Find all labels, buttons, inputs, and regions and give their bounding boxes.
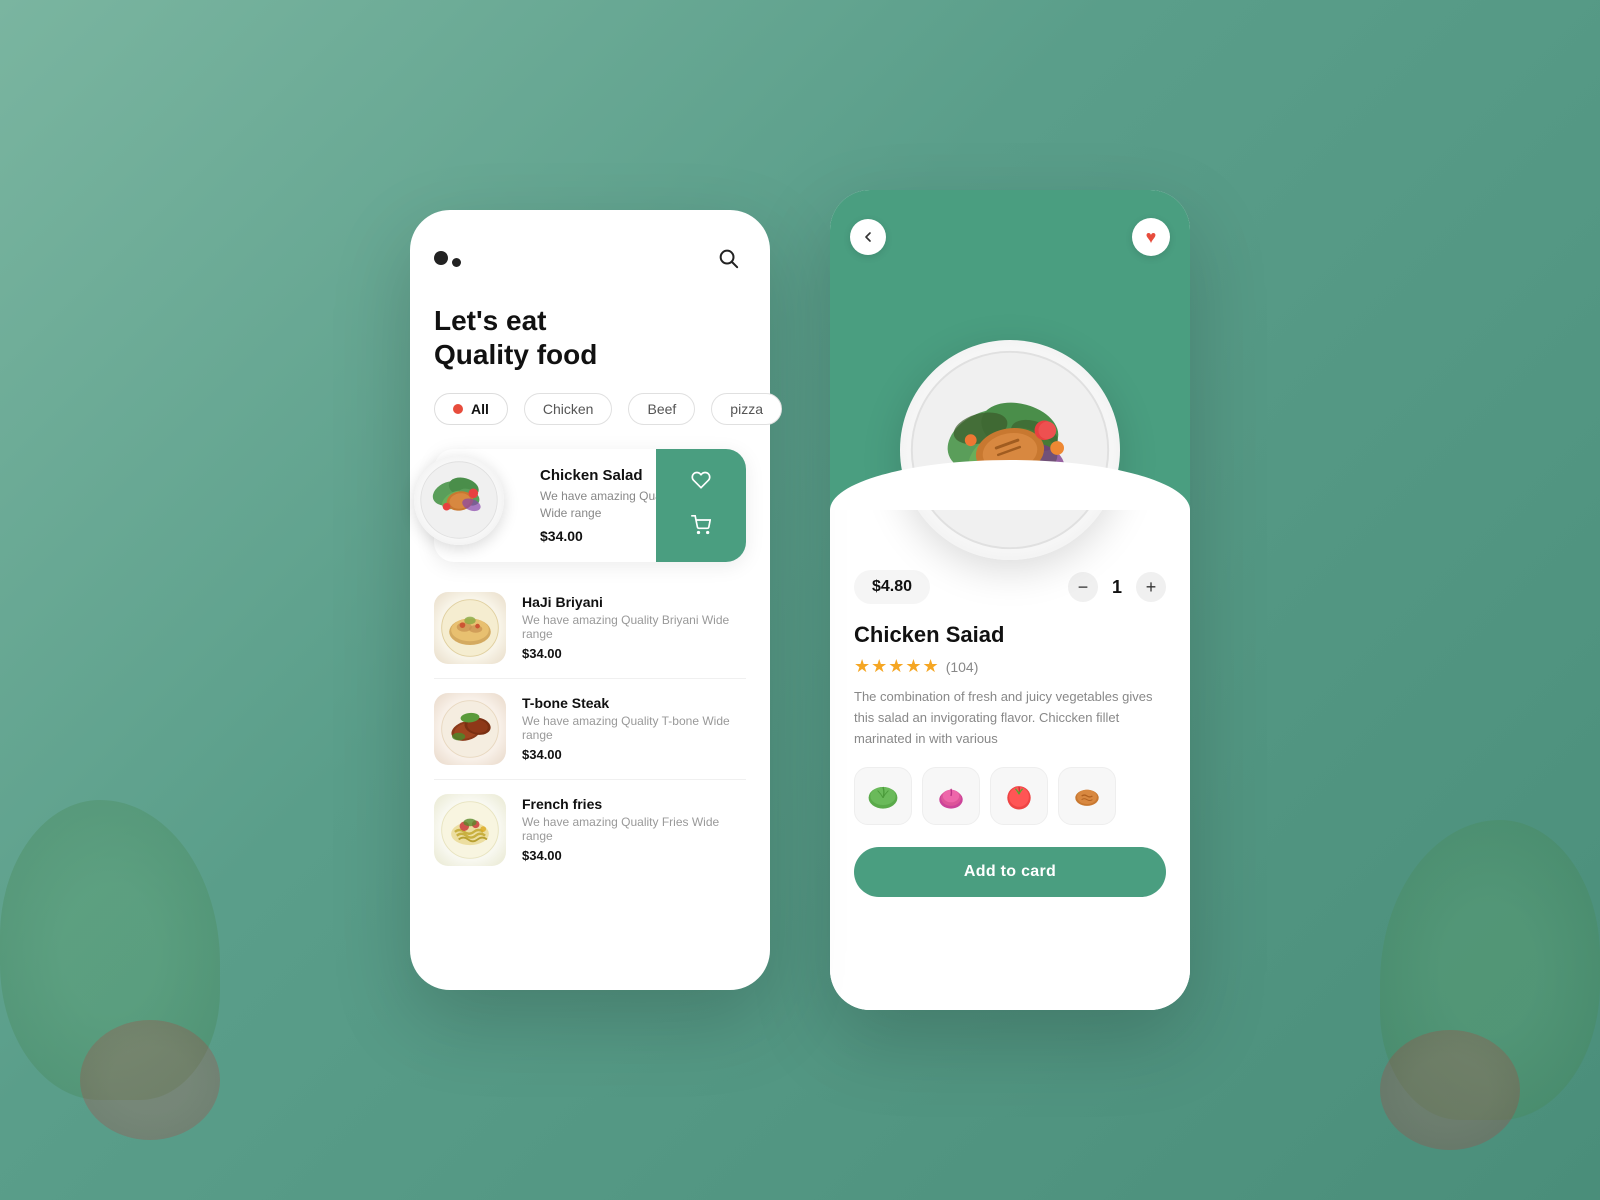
add-to-cart-button[interactable]: Add to card bbox=[854, 847, 1166, 897]
filter-tab-beef[interactable]: Beef bbox=[628, 393, 695, 425]
bg-tomato-left bbox=[80, 1020, 220, 1140]
bg-tomato-right bbox=[1380, 1030, 1520, 1150]
ingredient-lettuce bbox=[854, 767, 912, 825]
favorite-button[interactable]: ♥ bbox=[1132, 218, 1170, 256]
quantity-plus-button[interactable]: + bbox=[1136, 572, 1166, 602]
filter-tab-all[interactable]: All bbox=[434, 393, 508, 425]
featured-food-image bbox=[414, 455, 504, 545]
list-item-briyani[interactable]: HaJi Briyani We have amazing Quality Bri… bbox=[434, 578, 746, 679]
quantity-value: 1 bbox=[1112, 577, 1122, 598]
detail-food-name: Chicken Saiad bbox=[854, 622, 1166, 648]
app-logo bbox=[434, 250, 461, 267]
featured-card-actions bbox=[656, 449, 746, 562]
ingredients-row bbox=[854, 767, 1166, 825]
detail-header: ♥ bbox=[830, 190, 1190, 510]
fries-name: French fries bbox=[522, 796, 746, 812]
briyani-price: $34.00 bbox=[522, 646, 746, 661]
list-item-steak[interactable]: T-bone Steak We have amazing Quality T-b… bbox=[434, 679, 746, 780]
filter-active-dot bbox=[453, 404, 463, 414]
detail-nav: ♥ bbox=[850, 218, 1170, 256]
headline-line2: Quality food bbox=[434, 338, 746, 372]
filter-tabs: All Chicken Beef pizza bbox=[434, 393, 746, 425]
detail-curve bbox=[830, 460, 1190, 510]
review-count: (104) bbox=[946, 659, 979, 675]
briyani-desc: We have amazing Quality Briyani Wide ran… bbox=[522, 613, 746, 641]
wishlist-icon[interactable] bbox=[691, 470, 711, 495]
quantity-control: − 1 + bbox=[1068, 572, 1166, 602]
steak-image bbox=[434, 693, 506, 765]
list-item-fries[interactable]: French fries We have amazing Quality Fri… bbox=[434, 780, 746, 880]
fries-price: $34.00 bbox=[522, 848, 746, 863]
steak-desc: We have amazing Quality T-bone Wide rang… bbox=[522, 714, 746, 742]
briyani-name: HaJi Briyani bbox=[522, 594, 746, 610]
ingredient-chicken bbox=[1058, 767, 1116, 825]
fries-desc: We have amazing Quality Fries Wide range bbox=[522, 815, 746, 843]
filter-tab-chicken[interactable]: Chicken bbox=[524, 393, 613, 425]
briyani-info: HaJi Briyani We have amazing Quality Bri… bbox=[522, 594, 746, 661]
search-button[interactable] bbox=[710, 240, 746, 276]
steak-info: T-bone Steak We have amazing Quality T-b… bbox=[522, 695, 746, 762]
quantity-minus-button[interactable]: − bbox=[1068, 572, 1098, 602]
screens-container: Let's eat Quality food All Chicken Beef … bbox=[410, 190, 1190, 1010]
stars-row: ★★★★★ (104) bbox=[854, 656, 1166, 677]
ingredient-onion bbox=[922, 767, 980, 825]
phone-left: Let's eat Quality food All Chicken Beef … bbox=[410, 210, 770, 990]
steak-price: $34.00 bbox=[522, 747, 746, 762]
phone-header bbox=[434, 240, 746, 276]
phone-right: ♥ bbox=[830, 190, 1190, 1010]
detail-food-image bbox=[900, 340, 1120, 560]
back-button[interactable] bbox=[850, 219, 886, 255]
briyani-image bbox=[434, 592, 506, 664]
rating-stars: ★★★★★ bbox=[854, 656, 940, 677]
logo-dot-large bbox=[434, 251, 448, 265]
featured-card: Chicken Salad We have amazing Quality Sa… bbox=[434, 449, 746, 562]
price-qty-row: $4.80 − 1 + bbox=[854, 570, 1166, 604]
heart-icon: ♥ bbox=[1146, 227, 1157, 248]
steak-name: T-bone Steak bbox=[522, 695, 746, 711]
bg-lettuce-left bbox=[0, 800, 220, 1100]
featured-img-wrap bbox=[414, 455, 514, 555]
bg-lettuce-right bbox=[1380, 820, 1600, 1120]
headline-line1: Let's eat bbox=[434, 304, 746, 338]
detail-description: The combination of fresh and juicy veget… bbox=[854, 687, 1166, 749]
logo-dot-small bbox=[452, 258, 461, 267]
filter-tab-pizza[interactable]: pizza bbox=[711, 393, 782, 425]
detail-price: $4.80 bbox=[854, 570, 930, 604]
cart-icon[interactable] bbox=[691, 515, 711, 540]
fries-info: French fries We have amazing Quality Fri… bbox=[522, 796, 746, 863]
headline: Let's eat Quality food bbox=[434, 304, 746, 371]
fries-image bbox=[434, 794, 506, 866]
detail-body: $4.80 − 1 + Chicken Saiad ★★★★★ (104) Th… bbox=[830, 510, 1190, 1010]
ingredient-tomato bbox=[990, 767, 1048, 825]
